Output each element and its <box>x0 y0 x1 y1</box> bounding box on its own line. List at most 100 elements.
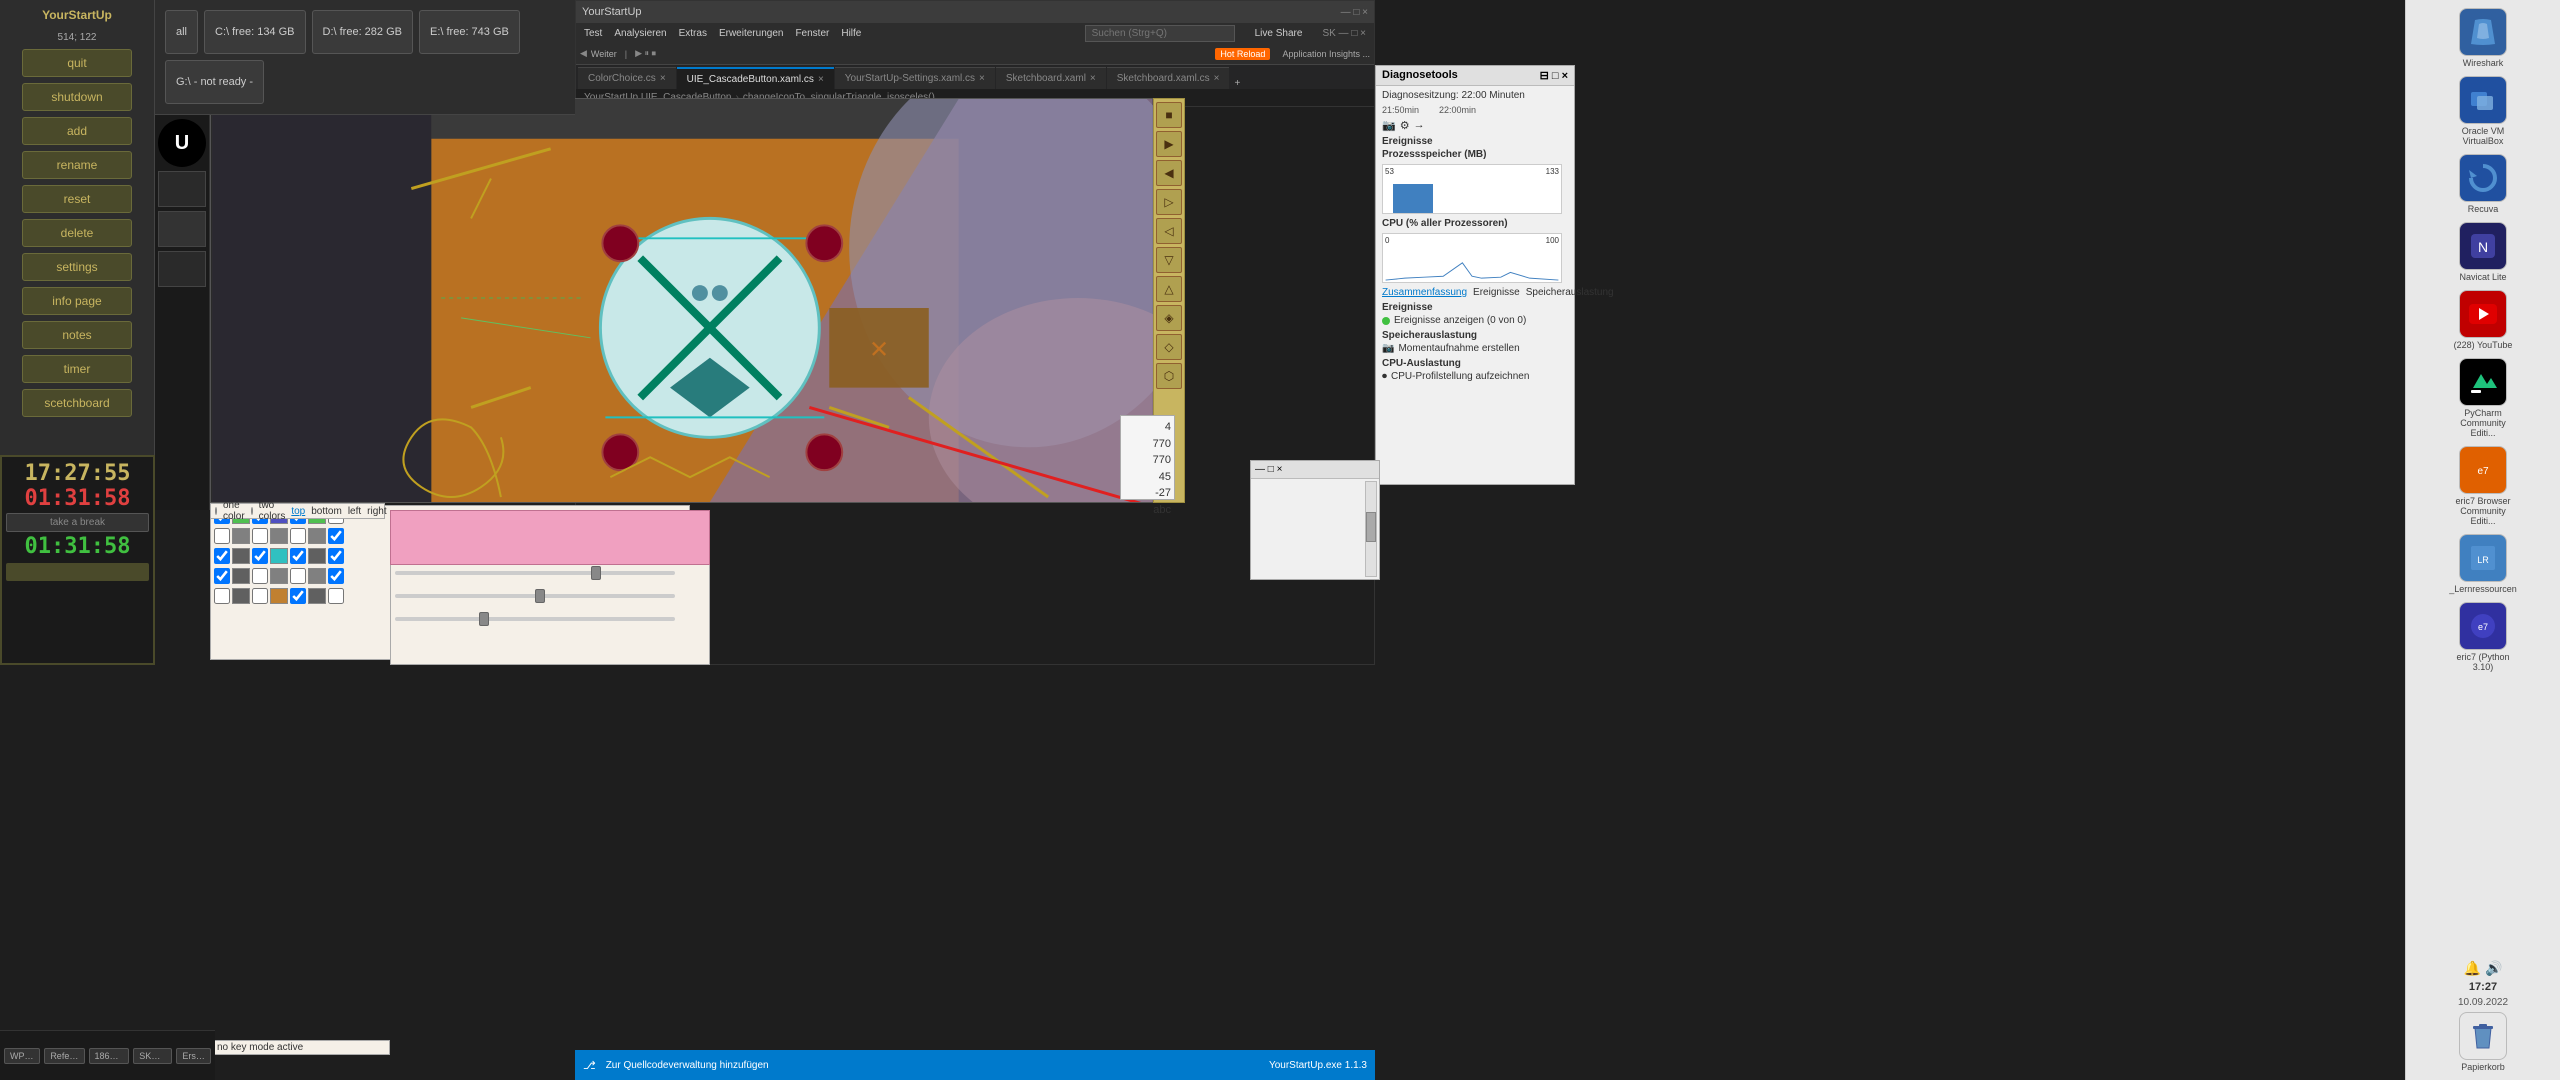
rt-btn-9[interactable]: ◇ <box>1156 334 1182 360</box>
thumb-item-3[interactable] <box>158 251 206 287</box>
thumb-item-1[interactable] <box>158 171 206 207</box>
row2-check2[interactable] <box>252 528 268 544</box>
menu-analysieren[interactable]: Analysieren <box>614 28 666 39</box>
take-break-button[interactable]: take a break <box>6 513 149 532</box>
row3-check1[interactable] <box>214 548 230 564</box>
timer-button[interactable]: timer <box>22 355 132 383</box>
settings-button[interactable]: settings <box>22 253 132 281</box>
small-win-scrollbar[interactable] <box>1365 481 1377 577</box>
one-color-radio[interactable] <box>215 507 217 515</box>
shutdown-button[interactable]: shutdown <box>22 83 132 111</box>
row4-check4[interactable] <box>328 568 344 584</box>
papierkorb-icon[interactable] <box>2459 1012 2507 1060</box>
app-insights-label[interactable]: Application Insights ... <box>1282 49 1370 59</box>
row2-check3[interactable] <box>290 528 306 544</box>
new-tab-button[interactable]: + <box>1234 78 1240 89</box>
rt-btn-1[interactable]: ■ <box>1156 102 1182 128</box>
tab-sketchboard-cs[interactable]: Sketchboard.xaml.cs × <box>1107 67 1230 89</box>
eric7-browser-icon[interactable]: e7 <box>2459 446 2507 494</box>
top-label[interactable]: top <box>291 506 305 517</box>
tab-close-3[interactable]: × <box>1090 73 1096 84</box>
tab-settings[interactable]: YourStartUp-Settings.xaml.cs × <box>835 67 995 89</box>
thumb-item-2[interactable] <box>158 211 206 247</box>
tab-close-0[interactable]: × <box>660 73 666 84</box>
row3-check3[interactable] <box>290 548 306 564</box>
snapshot-row[interactable]: 📷 Momentaufnahme erstellen <box>1382 343 1568 354</box>
color-cell-dk3[interactable] <box>232 568 250 584</box>
color-cell-gray3[interactable] <box>308 528 326 544</box>
color-cell-dk2[interactable] <box>308 548 326 564</box>
hot-reload-badge[interactable]: Hot Reload <box>1215 48 1270 60</box>
rt-btn-2[interactable]: ▶ <box>1156 131 1182 157</box>
back-button[interactable]: ◀ <box>580 48 587 59</box>
virtualbox-icon[interactable] <box>2459 76 2507 124</box>
bottom-label[interactable]: bottom <box>311 506 342 517</box>
row5-check4[interactable] <box>328 588 344 604</box>
menu-fenster[interactable]: Fenster <box>795 28 829 39</box>
youtube-icon[interactable] <box>2459 290 2507 338</box>
systray-icon-1[interactable]: 🔔 <box>2464 960 2481 977</box>
row5-check2[interactable] <box>252 588 268 604</box>
row5-check1[interactable] <box>214 588 230 604</box>
events-tab[interactable]: Ereignisse <box>1473 287 1520 298</box>
tab-close-1[interactable]: × <box>818 74 824 85</box>
forward-label[interactable]: Weiter <box>591 49 617 59</box>
ue-icon[interactable]: U <box>158 119 206 167</box>
lernressourcen-icon[interactable]: LR <box>2459 534 2507 582</box>
show-events-label[interactable]: Ereignisse anzeigen (0 von 0) <box>1394 315 1526 326</box>
eric7-py-icon[interactable]: e7 <box>2459 602 2507 650</box>
summary-tab[interactable]: Zusammenfassung <box>1382 287 1467 298</box>
taskbar-snake[interactable]: WPF-Snake.exe <box>4 1048 40 1064</box>
tab-uie-cascadebutton[interactable]: UIE_CascadeButton.xaml.cs × <box>677 67 834 89</box>
systray-icon-2[interactable]: 🔊 <box>2485 960 2502 977</box>
snapshot-label[interactable]: Momentaufnahme erstellen <box>1398 343 1519 354</box>
menu-erweiterungen[interactable]: Erweiterungen <box>719 28 783 39</box>
vscode-close[interactable]: — □ × <box>1341 7 1368 18</box>
add-button[interactable]: add <box>22 117 132 145</box>
color-cell-orange[interactable] <box>270 588 288 604</box>
recuva-icon[interactable] <box>2459 154 2507 202</box>
slider-2-thumb[interactable] <box>535 589 545 603</box>
d-drive-button[interactable]: D:\ free: 282 GB <box>312 10 413 54</box>
slider-3[interactable] <box>395 617 675 621</box>
source-control-icon[interactable]: ⎇ <box>583 1059 596 1072</box>
rt-btn-8[interactable]: ◈ <box>1156 305 1182 331</box>
taskbar-ref[interactable]: Referenzraum_N... <box>44 1048 84 1064</box>
row4-check1[interactable] <box>214 568 230 584</box>
diag-settings-icon[interactable]: ⚙ <box>1400 119 1410 132</box>
row4-check2[interactable] <box>252 568 268 584</box>
taskbar-skg[interactable]: SKGTec_NARF-... <box>133 1048 172 1064</box>
small-win-controls[interactable]: — □ × <box>1255 464 1282 475</box>
wireshark-icon[interactable] <box>2459 8 2507 56</box>
rt-btn-4[interactable]: ▷ <box>1156 189 1182 215</box>
taskbar-erst[interactable]: ErstKontakt.c... <box>176 1048 211 1064</box>
tab-sketchboard[interactable]: Sketchboard.xaml × <box>996 67 1106 89</box>
color-cell-dk1[interactable] <box>232 548 250 564</box>
row2-check4[interactable] <box>328 528 344 544</box>
menu-extras[interactable]: Extras <box>679 28 707 39</box>
e-drive-button[interactable]: E:\ free: 743 GB <box>419 10 520 54</box>
rt-btn-10[interactable]: ⬡ <box>1156 363 1182 389</box>
color-cell-dk5[interactable] <box>308 588 326 604</box>
row5-check3[interactable] <box>290 588 306 604</box>
slider-1[interactable] <box>395 571 675 575</box>
cpu-profile-label[interactable]: CPU-Profilstellung aufzeichnen <box>1391 371 1529 382</box>
diag-arrow-icon[interactable]: → <box>1414 119 1425 132</box>
row2-check1[interactable] <box>214 528 230 544</box>
color-cell-gray[interactable] <box>232 528 250 544</box>
scetchboard-button[interactable]: scetchboard <box>22 389 132 417</box>
color-cell-teal[interactable] <box>270 548 288 564</box>
rt-btn-3[interactable]: ◀ <box>1156 160 1182 186</box>
diagnose-controls[interactable]: ⊟ □ × <box>1540 69 1568 82</box>
diag-camera-icon[interactable]: 📷 <box>1382 119 1396 132</box>
right-label[interactable]: right <box>367 506 386 517</box>
info-page-button[interactable]: info page <box>22 287 132 315</box>
main-canvas[interactable]: ✕ <box>210 98 1155 503</box>
tab-close-2[interactable]: × <box>979 73 985 84</box>
all-drives-button[interactable]: all <box>165 10 198 54</box>
rt-btn-6[interactable]: ▽ <box>1156 247 1182 273</box>
slider-3-thumb[interactable] <box>479 612 489 626</box>
search-input[interactable] <box>1085 25 1235 42</box>
tab-close-4[interactable]: × <box>1214 73 1220 84</box>
rt-btn-5[interactable]: ◁ <box>1156 218 1182 244</box>
